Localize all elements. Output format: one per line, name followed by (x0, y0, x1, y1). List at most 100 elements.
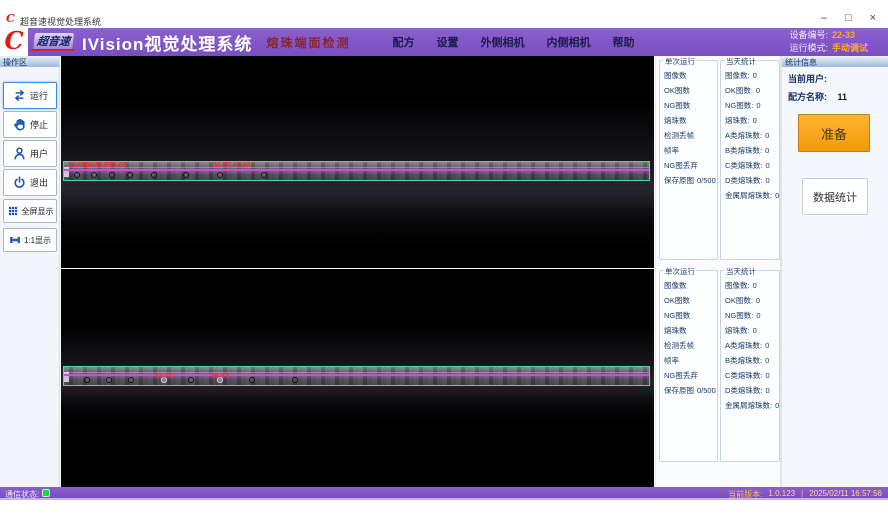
one-to-one-button-label: 1:1显示 (24, 235, 51, 246)
stat-value: 0 (775, 398, 779, 413)
stat-row: C类熔珠数: 0 (721, 158, 779, 173)
bead-marker (217, 172, 223, 178)
stat-row: 帧率 (660, 353, 717, 368)
groupbox-title: 单次运行 (663, 56, 697, 67)
brand-logo-notch: C (0, 27, 28, 56)
stat-label: B类熔珠数: (725, 353, 762, 368)
stat-label: NG图数: (725, 98, 753, 113)
laser-line (64, 374, 649, 376)
one-to-one-icon (9, 234, 21, 246)
run-button[interactable]: 运行 (3, 82, 57, 109)
exit-button[interactable]: 退出 (3, 169, 57, 196)
stat-row: NG图丢弃 (660, 368, 717, 383)
fullscreen-button[interactable]: 全屏显示 (3, 199, 57, 223)
data-statistics-button[interactable]: 数据统计 (802, 178, 868, 215)
stat-label: NG图数 (664, 98, 690, 113)
user-icon (12, 146, 27, 161)
menu-item[interactable]: 外侧相机 (480, 34, 524, 50)
status-bar: 通信状态: 当前版本: 1.0.123 | 2025/02/11 16:57:5… (0, 487, 888, 500)
stat-label: NG图丢弃 (664, 368, 698, 383)
stat-value: 0 (756, 98, 760, 113)
stat-value: 0 (766, 158, 770, 173)
brand-logo-icon: C (4, 26, 23, 55)
detected-strip-region (63, 366, 650, 386)
minimize-button[interactable]: – (821, 13, 827, 24)
version-info: 当前版本: 1.0.123 | 2025/02/11 16:57:56 (728, 489, 882, 500)
outer-camera-view[interactable]: 4.69R0S39.8R1.69 31.57 41.49 (61, 56, 654, 268)
device-number-row: 设备编号: 22-33 (789, 29, 882, 42)
stat-row: 检测丢帧 (660, 128, 717, 143)
laser-line (64, 169, 649, 171)
stat-value: 0 (765, 143, 769, 158)
menu-item[interactable]: 内侧相机 (546, 34, 590, 50)
fullscreen-button-label: 全屏显示 (22, 206, 54, 217)
run-mode-value: 手动调试 (832, 42, 882, 55)
user-button-label: 用户 (30, 147, 48, 160)
stat-label: 保存原图 (664, 173, 694, 188)
bead-marker (249, 377, 255, 383)
menu-item[interactable]: 配方 (392, 34, 414, 50)
bead-marker (151, 172, 157, 178)
stat-row: 金属屑熔珠数: 0 (721, 398, 779, 413)
stat-label: OK图数 (664, 293, 690, 308)
fullscreen-grid-icon (7, 205, 19, 217)
stat-label: A类熔珠数: (725, 128, 762, 143)
upper-daily-groupbox: 当天统计 图像数: 0 OK图数: 0 NG图数: 0 熔珠数: 0 A类 (720, 60, 780, 260)
menu-item[interactable]: 帮助 (612, 34, 634, 50)
menu-item[interactable]: 设置 (436, 34, 458, 50)
stat-label: 图像数: (725, 68, 750, 83)
stat-row: A类熔珠数: 0 (721, 338, 779, 353)
current-user-label: 当前用户: (788, 74, 827, 84)
stat-row: NG图丢弃 (660, 158, 717, 173)
one-to-one-button[interactable]: 1:1显示 (3, 228, 57, 252)
bead-marker (84, 377, 90, 383)
stat-value: 0/500 (697, 173, 716, 188)
stat-label: 熔珠数: (725, 323, 750, 338)
stat-label: C类熔珠数: (725, 158, 763, 173)
stat-label: D类熔珠数: (725, 383, 763, 398)
stat-row: 熔珠数 (660, 113, 717, 128)
run-button-label: 运行 (30, 89, 48, 102)
stat-value: 0 (753, 278, 757, 293)
lower-single-run-groupbox: 单次运行 图像数 OK图数 NG图数 熔珠数 检测丢帧 (659, 270, 718, 462)
stat-row: 熔珠数 (660, 323, 717, 338)
stat-row: 保存原图 0/500 (660, 173, 717, 188)
run-mode-label: 运行模式: (789, 42, 828, 55)
close-button[interactable]: × (870, 13, 876, 24)
user-button[interactable]: 用户 (3, 140, 57, 167)
stat-row: 检测丢帧 (660, 338, 717, 353)
info-panel-title: 统计信息 (782, 56, 888, 67)
inner-camera-view[interactable]: 53.11 56.43 (61, 269, 654, 487)
statistics-info-panel: 统计信息 当前用户: 配方名称: 11 准备 数据统计 (781, 56, 888, 487)
stat-row: B类熔珠数: 0 (721, 143, 779, 158)
power-icon (12, 175, 27, 190)
restore-button[interactable]: □ (845, 13, 852, 24)
stat-row: 熔珠数: 0 (721, 323, 779, 338)
stat-label: 金属屑熔珠数: (725, 398, 772, 413)
stat-row: 图像数 (660, 278, 717, 293)
operation-sidebar: 操作区 运行 停止 用户 退出 全屏显示 (0, 56, 60, 487)
device-number-label: 设备编号: (789, 29, 828, 42)
stat-label: 图像数 (664, 68, 687, 83)
stop-button[interactable]: 停止 (3, 111, 57, 138)
stat-value: 0 (765, 338, 769, 353)
groupbox-title: 当天统计 (724, 266, 758, 277)
statistics-columns: 单次运行 图像数 OK图数 NG图数 熔珠数 检测丢帧 (655, 56, 781, 487)
prepare-button[interactable]: 准备 (798, 114, 870, 152)
stat-value: 0 (753, 68, 757, 83)
bead-marker (292, 377, 298, 383)
stat-row: 图像数: 0 (721, 278, 779, 293)
app-header: 超音速 IVision视觉处理系统 熔珠端面检测 配方设置外侧相机内侧相机帮助 … (28, 28, 888, 56)
stat-row: 金属屑熔珠数: 0 (721, 188, 779, 203)
stat-row: NG图数 (660, 308, 717, 323)
stat-label: 图像数 (664, 278, 687, 293)
stat-value: 0 (756, 293, 760, 308)
stat-value: 0 (756, 308, 760, 323)
stat-label: A类熔珠数: (725, 338, 762, 353)
measurement-annotation: 56.43 (211, 373, 229, 380)
window-title: 超音速视觉处理系统 (20, 15, 101, 28)
bead-marker (183, 172, 189, 178)
recipe-name-value: 11 (838, 92, 848, 102)
stat-label: OK图数 (664, 83, 690, 98)
stat-label: OK图数: (725, 293, 753, 308)
